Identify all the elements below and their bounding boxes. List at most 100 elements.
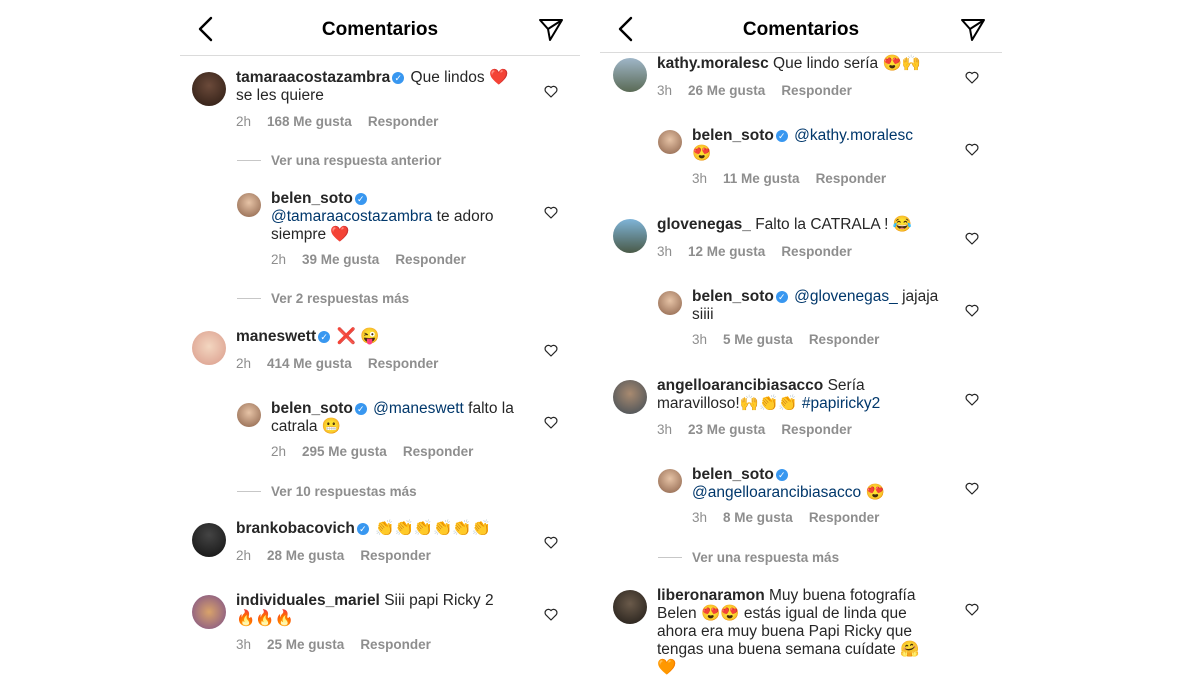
username[interactable]: individuales_mariel xyxy=(236,592,380,609)
reply-button[interactable]: Responder xyxy=(368,114,439,129)
heart-outline-icon[interactable] xyxy=(544,416,558,429)
likes-count[interactable]: 39 Me gusta xyxy=(302,252,379,267)
comment-text: 😍 xyxy=(865,484,885,501)
comment-text: Belen 😍😍 estás igual de linda que xyxy=(657,605,907,622)
verified-badge-icon: ✓ xyxy=(354,403,367,415)
view-replies-button[interactable]: Ver una respuesta anterior xyxy=(237,153,441,168)
likes-count[interactable]: 12 Me gusta xyxy=(688,244,765,259)
reply-button[interactable]: Responder xyxy=(360,637,431,652)
reply-button[interactable]: Responder xyxy=(816,171,887,186)
mention-link[interactable]: @kathy.moralesc xyxy=(794,127,913,144)
avatar[interactable] xyxy=(192,595,226,629)
username[interactable]: belen_soto xyxy=(271,190,353,207)
likes-count[interactable]: 28 Me gusta xyxy=(267,548,344,563)
reply-button[interactable]: Responder xyxy=(781,83,852,98)
likes-count[interactable]: 414 Me gusta xyxy=(267,356,352,371)
avatar[interactable] xyxy=(192,523,226,557)
view-replies-button[interactable]: Ver 2 respuestas más xyxy=(237,291,409,306)
heart-outline-icon[interactable] xyxy=(544,608,558,621)
avatar[interactable] xyxy=(658,130,682,154)
heart-outline-icon[interactable] xyxy=(965,232,979,245)
mention-link[interactable]: @tamaraacostazambra xyxy=(271,208,432,225)
heart-outline-icon[interactable] xyxy=(965,304,979,317)
comment-meta: 2h 28 Me gusta Responder xyxy=(236,548,447,563)
paper-plane-icon[interactable] xyxy=(960,18,986,42)
view-replies-button[interactable]: Ver 10 respuestas más xyxy=(237,484,417,499)
avatar[interactable] xyxy=(237,193,261,217)
comment-body: liberonaramon Muy buena fotografía Belen… xyxy=(657,587,957,677)
likes-count[interactable]: 8 Me gusta xyxy=(723,510,793,525)
username[interactable]: belen_soto xyxy=(271,400,353,417)
username[interactable]: brankobacovich xyxy=(236,520,355,537)
hashtag-link[interactable]: #papiricky2 xyxy=(802,395,880,412)
reply-button[interactable]: Responder xyxy=(368,356,439,371)
comment-text: tengas una buena semana cuídate 🤗 xyxy=(657,641,920,658)
heart-outline-icon[interactable] xyxy=(965,71,979,84)
verified-badge-icon: ✓ xyxy=(318,331,331,343)
avatar[interactable] xyxy=(237,403,261,427)
avatar[interactable] xyxy=(613,590,647,624)
likes-count[interactable]: 168 Me gusta xyxy=(267,114,352,129)
reply-button[interactable]: Responder xyxy=(809,332,880,347)
likes-count[interactable]: 295 Me gusta xyxy=(302,444,387,459)
username[interactable]: belen_soto xyxy=(692,466,774,483)
likes-count[interactable]: 5 Me gusta xyxy=(723,332,793,347)
comment-text: Falto la CATRALA ! 😂 xyxy=(755,216,913,233)
reply-button[interactable]: Responder xyxy=(403,444,474,459)
avatar[interactable] xyxy=(658,469,682,493)
comment-text: Siii papi Ricky 2 xyxy=(384,592,494,609)
heart-outline-icon[interactable] xyxy=(965,393,979,406)
username[interactable]: tamaraacostazambra xyxy=(236,69,390,86)
username[interactable]: belen_soto xyxy=(692,288,774,305)
reply-button[interactable]: Responder xyxy=(395,252,466,267)
comment-body: belen_soto ✓ @kathy.moralesc 😍 xyxy=(692,127,962,163)
heart-outline-icon[interactable] xyxy=(544,85,558,98)
avatar[interactable] xyxy=(192,331,226,365)
reply-button[interactable]: Responder xyxy=(360,548,431,563)
comment-text: falto la xyxy=(468,400,514,417)
verified-badge-icon: ✓ xyxy=(392,72,405,84)
reply-button[interactable]: Responder xyxy=(781,422,852,437)
heart-outline-icon[interactable] xyxy=(544,536,558,549)
timestamp: 3h xyxy=(692,171,708,186)
avatar[interactable] xyxy=(613,219,647,253)
comment-body: belen_soto ✓ @glovenegas_ jajaja siiii xyxy=(692,288,962,324)
comment-text: Muy buena fotografía xyxy=(768,587,916,604)
likes-count[interactable]: 11 Me gusta xyxy=(723,171,800,186)
username[interactable]: liberonaramon xyxy=(657,587,765,604)
view-replies-button[interactable]: Ver una respuesta más xyxy=(658,550,839,565)
username[interactable]: glovenegas_ xyxy=(657,216,751,233)
username[interactable]: angelloarancibiasacco xyxy=(657,377,823,394)
heart-outline-icon[interactable] xyxy=(965,143,979,156)
reply-button[interactable]: Responder xyxy=(781,244,852,259)
verified-badge-icon: ✓ xyxy=(356,523,369,535)
timestamp: 2h xyxy=(236,548,252,563)
paper-plane-icon[interactable] xyxy=(538,18,564,42)
heart-outline-icon[interactable] xyxy=(965,482,979,495)
reply-button[interactable]: Responder xyxy=(809,510,880,525)
comment-meta: 3h 8 Me gusta Responder xyxy=(692,510,895,525)
comment-meta: 2h 414 Me gusta Responder xyxy=(236,356,454,371)
comment-body: kathy.moralesc Que lindo sería 😍🙌 xyxy=(657,55,957,73)
likes-count[interactable]: 26 Me gusta xyxy=(688,83,765,98)
likes-count[interactable]: 23 Me gusta xyxy=(688,422,765,437)
heart-outline-icon[interactable] xyxy=(544,206,558,219)
heart-outline-icon[interactable] xyxy=(965,603,979,616)
username[interactable]: kathy.moralesc xyxy=(657,55,769,72)
comment-text: ahora era muy buena Papi Ricky que xyxy=(657,623,913,640)
avatar[interactable] xyxy=(613,380,647,414)
heart-outline-icon[interactable] xyxy=(544,344,558,357)
avatar[interactable] xyxy=(192,72,226,106)
username[interactable]: maneswett xyxy=(236,328,316,345)
avatar[interactable] xyxy=(613,58,647,92)
comment-text: 🔥🔥🔥 xyxy=(236,610,294,627)
mention-link[interactable]: @angelloarancibiasacco xyxy=(692,484,861,501)
comment-meta: 3h 23 Me gusta Responder xyxy=(657,422,868,437)
likes-count[interactable]: 25 Me gusta xyxy=(267,637,344,652)
mention-link[interactable]: @maneswett xyxy=(373,400,464,417)
avatar[interactable] xyxy=(658,291,682,315)
timestamp: 3h xyxy=(657,244,673,259)
username[interactable]: belen_soto xyxy=(692,127,774,144)
comment-body: belen_soto ✓ @maneswett falto la catrala … xyxy=(271,400,541,436)
mention-link[interactable]: @glovenegas_ xyxy=(794,288,898,305)
